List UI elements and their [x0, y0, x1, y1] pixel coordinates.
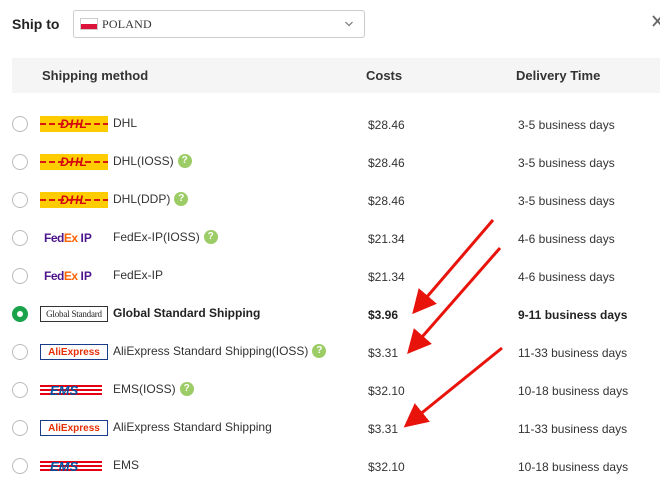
poland-flag-icon — [80, 18, 98, 30]
delivery-time: 3-5 business days — [518, 118, 615, 132]
delivery-time: 10-18 business days — [518, 384, 629, 398]
dhl-logo-icon: DHL — [40, 154, 108, 170]
shipping-method-name: DHL — [113, 116, 138, 130]
shipping-method-name: AliExpress Standard Shipping — [113, 420, 272, 434]
shipping-method-name: DHL(DDP)? — [113, 192, 189, 206]
delivery-time: 9-11 business days — [518, 308, 628, 322]
aliexpress-logo-icon: AliExpress — [40, 344, 108, 360]
shipping-cost: $28.46 — [368, 118, 405, 132]
delivery-time: 3-5 business days — [518, 156, 615, 170]
ems-logo-icon: EMS — [40, 382, 108, 398]
shipping-cost: $21.34 — [368, 270, 405, 284]
close-icon[interactable] — [652, 14, 660, 28]
aliexpress-logo-icon: AliExpress — [40, 420, 108, 436]
shipping-option-global-standard[interactable]: Global Standard Global Standard Shipping… — [0, 295, 660, 333]
shipping-method-name: AliExpress Standard Shipping(IOSS)? — [113, 344, 327, 358]
radio-icon[interactable] — [12, 230, 28, 246]
global-standard-logo-icon: Global Standard — [40, 306, 108, 322]
radio-icon[interactable] — [12, 420, 28, 436]
country-name: POLAND — [102, 16, 152, 31]
shipping-option-dhl[interactable]: DHL DHL $28.46 3-5 business days — [0, 105, 660, 143]
radio-icon[interactable] — [12, 458, 28, 474]
help-icon[interactable]: ? — [177, 154, 192, 168]
shipping-option-aliexpress-standard-ioss[interactable]: AliExpress AliExpress Standard Shipping(… — [0, 333, 660, 371]
dhl-logo-icon: DHL — [40, 192, 108, 208]
help-icon[interactable]: ? — [312, 344, 327, 358]
delivery-time: 3-5 business days — [518, 194, 615, 208]
radio-icon[interactable] — [12, 192, 28, 208]
header-delivery-time: Delivery Time — [516, 68, 601, 83]
fedex-logo-icon: Fed Ex IP — [44, 269, 92, 283]
radio-icon[interactable] — [12, 116, 28, 132]
help-icon[interactable]: ? — [203, 230, 218, 244]
country-select[interactable]: POLAND — [73, 10, 365, 38]
delivery-time: 11-33 business days — [518, 346, 628, 360]
shipping-method-name: FedEx-IP — [113, 268, 164, 282]
header-costs: Costs — [366, 68, 403, 83]
shipping-table-header: Shipping method Costs Delivery Time — [12, 58, 660, 93]
shipping-option-fedex-ip[interactable]: Fed Ex IP FedEx-IP $21.34 4-6 business day… — [0, 257, 660, 295]
delivery-time: 4-6 business days — [518, 270, 615, 284]
radio-icon[interactable] — [12, 344, 28, 360]
shipping-option-aliexpress-standard[interactable]: AliExpress AliExpress Standard Shipping … — [0, 409, 660, 447]
delivery-time: 4-6 business days — [518, 232, 615, 246]
shipping-option-ems[interactable]: EMS EMS $32.10 10-18 business days — [0, 447, 660, 481]
chevron-down-icon — [345, 21, 353, 27]
header-shipping-method: Shipping method — [42, 68, 149, 83]
shipping-option-ems-ioss[interactable]: EMS EMS(IOSS)? $32.10 10-18 business day… — [0, 371, 660, 409]
shipping-cost: $28.46 — [368, 194, 405, 208]
shipping-method-name: EMS — [113, 458, 140, 472]
fedex-logo-icon: Fed Ex IP — [44, 231, 92, 245]
shipping-cost: $28.46 — [368, 156, 405, 170]
shipping-cost: $32.10 — [368, 384, 405, 398]
delivery-time: 10-18 business days — [518, 460, 629, 474]
radio-icon-selected[interactable] — [12, 306, 28, 322]
help-icon[interactable]: ? — [174, 192, 189, 206]
ship-to-label: Ship to — [12, 16, 60, 32]
shipping-cost: $21.34 — [368, 232, 405, 246]
shipping-option-dhl-ddp[interactable]: DHL DHL(DDP)? $28.46 3-5 business days — [0, 181, 660, 219]
shipping-cost: $3.31 — [368, 346, 399, 360]
ems-logo-icon: EMS — [40, 458, 108, 474]
radio-icon[interactable] — [12, 382, 28, 398]
shipping-method-name: FedEx-IP(IOSS)? — [113, 230, 218, 244]
dhl-logo-icon: DHL — [40, 116, 108, 132]
radio-icon[interactable] — [12, 154, 28, 170]
shipping-option-dhl-ioss[interactable]: DHL DHL(IOSS)? $28.46 3-5 business days — [0, 143, 660, 181]
shipping-cost: $3.96 — [368, 308, 399, 322]
shipping-option-fedex-ip-ioss[interactable]: Fed Ex IP FedEx-IP(IOSS)? $21.34 4-6 busin… — [0, 219, 660, 257]
help-icon[interactable]: ? — [179, 382, 194, 396]
shipping-cost: $32.10 — [368, 460, 405, 474]
shipping-cost: $3.31 — [368, 422, 399, 436]
ship-to-section: Ship to POLAND — [12, 10, 365, 38]
shipping-options-list: DHL DHL $28.46 3-5 business days DHL DHL… — [0, 105, 660, 481]
delivery-time: 11-33 business days — [518, 422, 628, 436]
radio-icon[interactable] — [12, 268, 28, 284]
shipping-method-name: Global Standard Shipping — [113, 306, 261, 320]
shipping-method-name: EMS(IOSS)? — [113, 382, 194, 396]
shipping-method-name: DHL(IOSS)? — [113, 154, 192, 168]
